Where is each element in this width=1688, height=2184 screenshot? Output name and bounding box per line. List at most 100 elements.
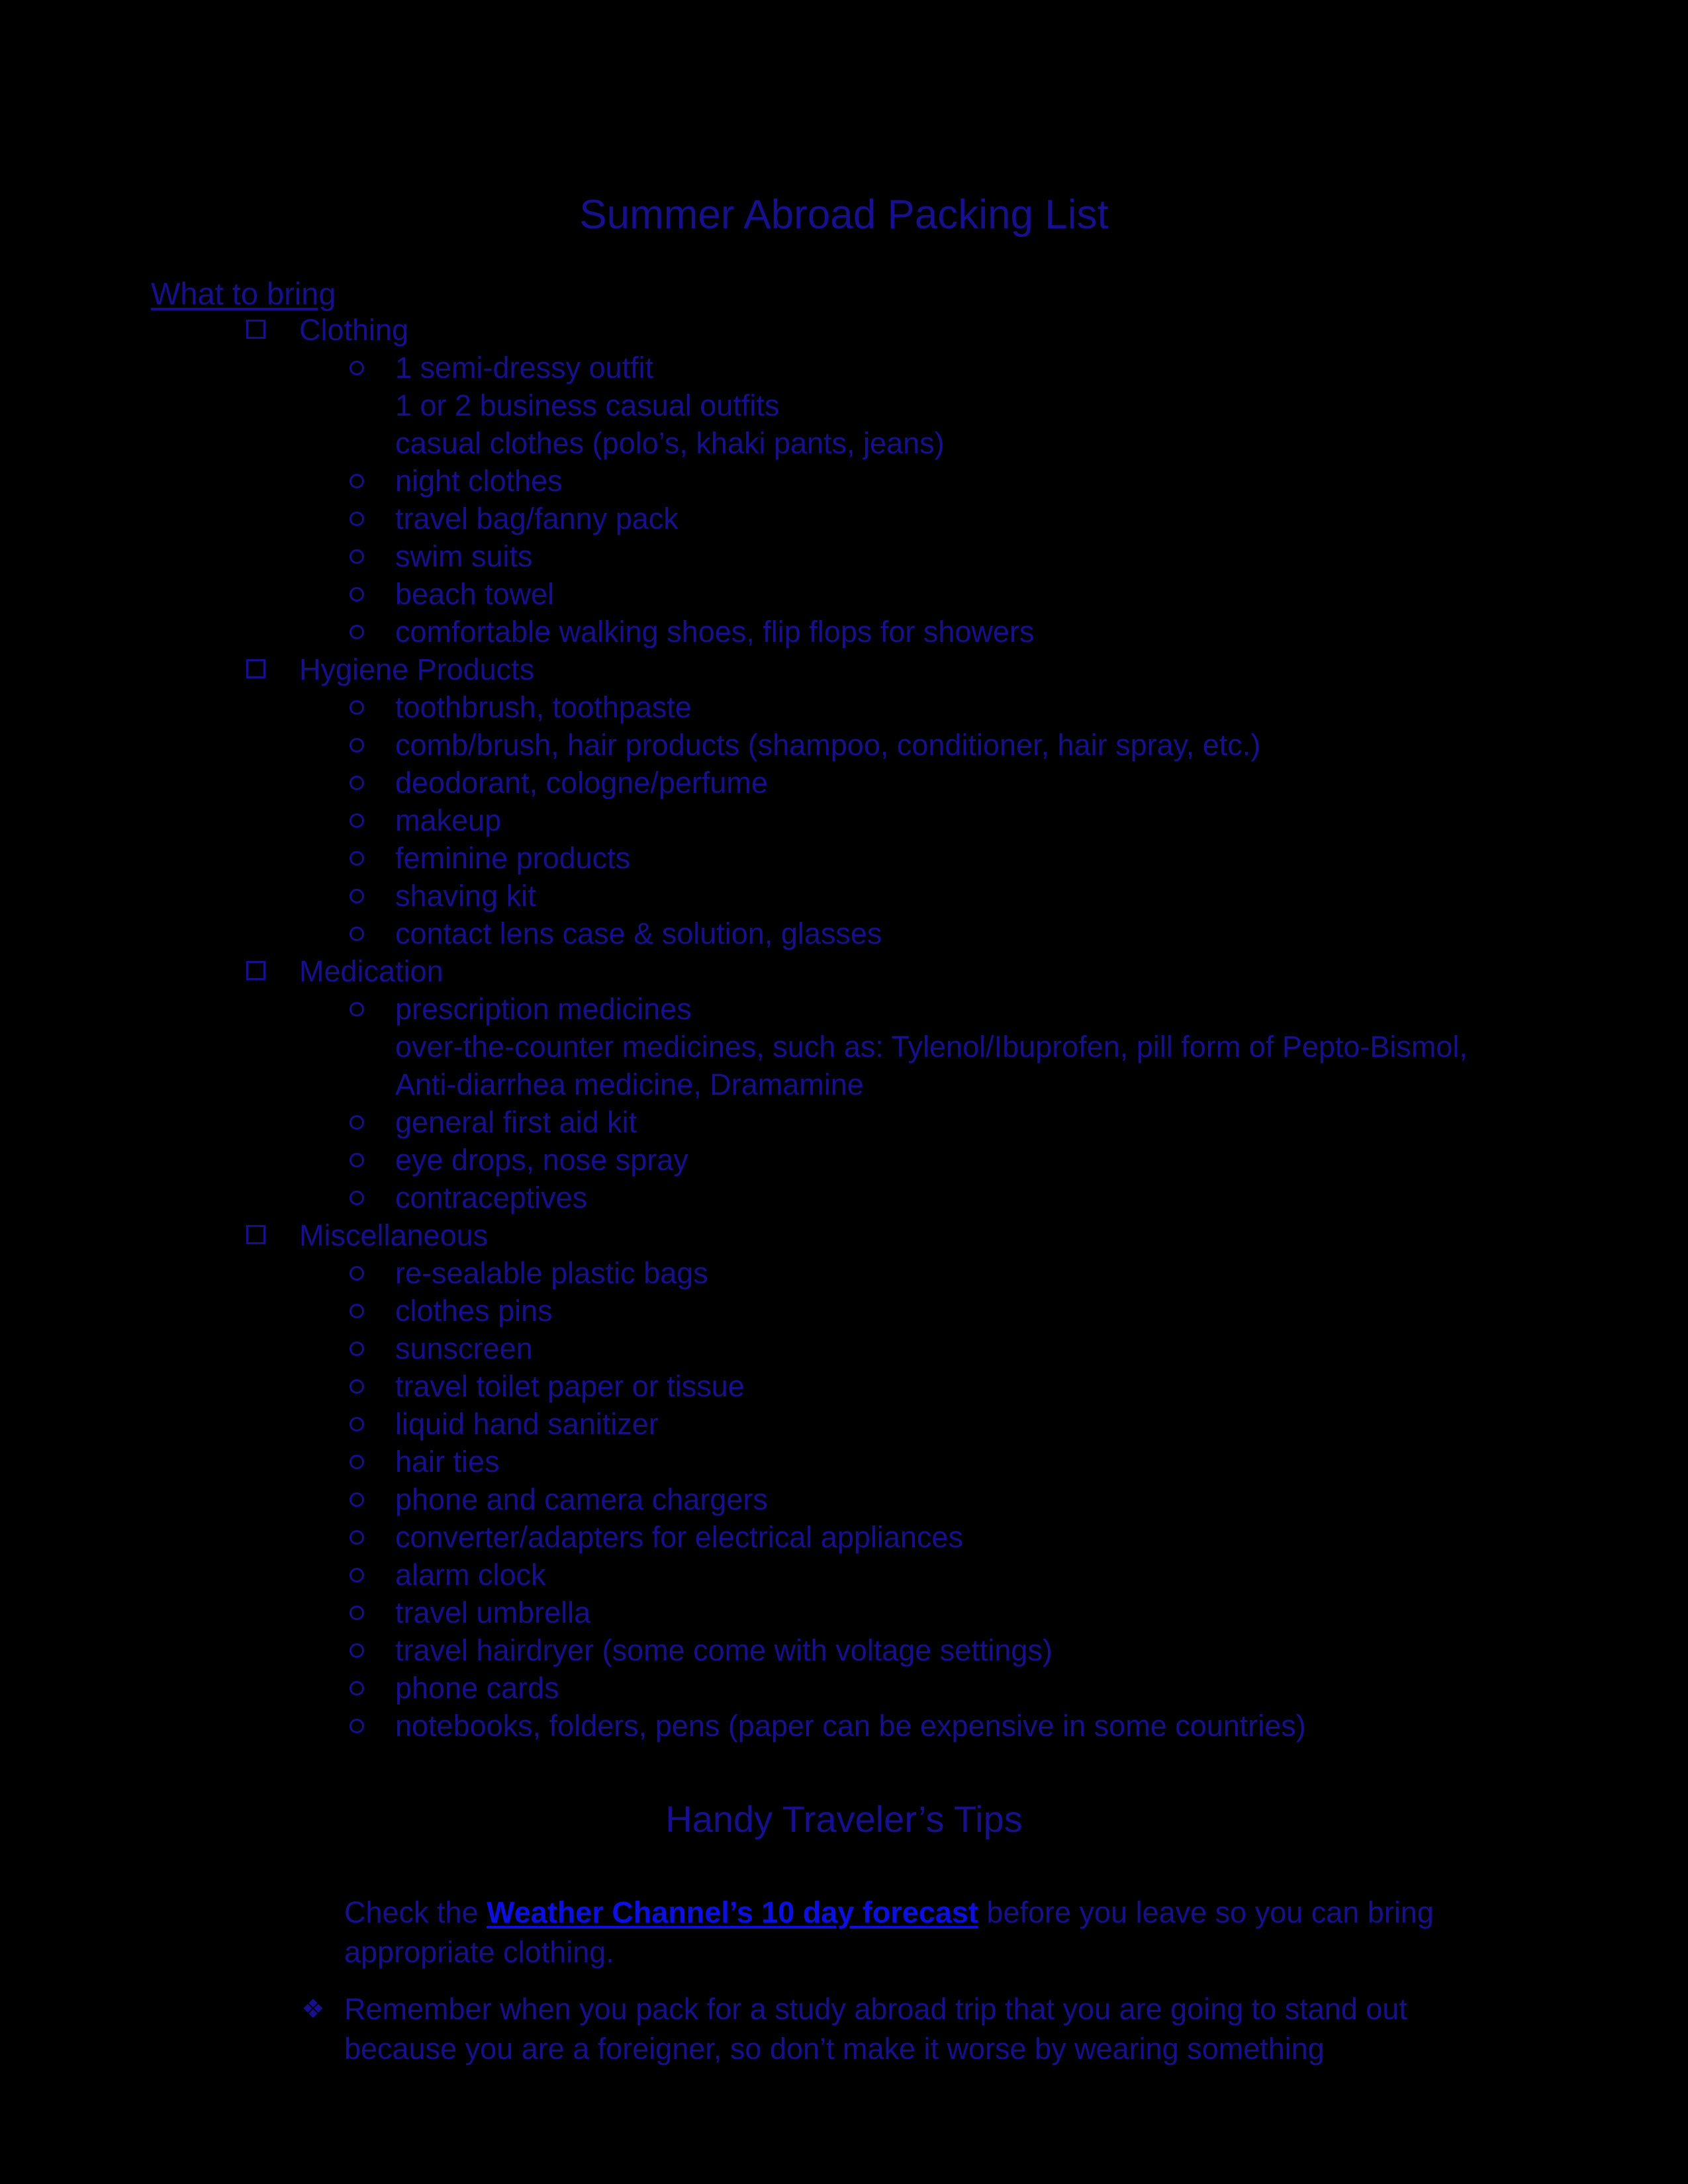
- outline-item-label: night clothes: [395, 464, 563, 498]
- circle-bullet-shape: [350, 1304, 364, 1318]
- circle-bullet-shape: [350, 1417, 364, 1432]
- circle-bullet-icon: [350, 1405, 364, 1443]
- outline-item-row: feminine products: [0, 839, 1688, 877]
- circle-bullet-shape: [350, 587, 364, 602]
- outline-item-row: beach towel: [0, 575, 1688, 613]
- outline-item-row: contact lens case & solution, glasses: [0, 915, 1688, 952]
- outline-item-label: clothes pins: [395, 1294, 553, 1328]
- outline-item-row: eye drops, nose spray: [0, 1141, 1688, 1179]
- circle-bullet-shape: [350, 851, 364, 866]
- circle-bullet-shape: [350, 1606, 364, 1620]
- square-bullet-shape: [246, 659, 265, 678]
- circle-bullet-shape: [350, 1266, 364, 1281]
- outline-item-row: toothbrush, toothpaste: [0, 688, 1688, 726]
- outline-item-label: eye drops, nose spray: [395, 1143, 688, 1177]
- outline-category-row: Medication: [0, 952, 1688, 990]
- circle-bullet-icon: [350, 1179, 364, 1216]
- outline-item-label: Medication: [299, 954, 444, 988]
- outline-item-row: makeup: [0, 801, 1688, 839]
- outline-item-row: hair ties: [0, 1443, 1688, 1480]
- square-bullet-shape: [246, 961, 265, 980]
- circle-bullet-icon: [350, 1707, 364, 1745]
- outline-item-label: beach towel: [395, 577, 555, 611]
- outline-item-row: travel hairdryer (some come with voltage…: [0, 1631, 1688, 1669]
- circle-bullet-icon: [350, 1330, 364, 1367]
- tip-paragraph-foreigner: Remember when you pack for a study abroa…: [344, 1992, 1407, 2066]
- circle-bullet-icon: [350, 1518, 364, 1556]
- outline-item-label: travel toilet paper or tissue: [395, 1369, 745, 1403]
- outline-item-row: general first aid kit: [0, 1103, 1688, 1141]
- outline-item-label: phone and camera chargers: [395, 1482, 768, 1516]
- outline-item-row: liquid hand sanitizer: [0, 1405, 1688, 1443]
- section-heading-what-to-bring: What to bring: [151, 276, 336, 311]
- outline-item-label: alarm clock: [395, 1558, 546, 1592]
- circle-bullet-icon: [350, 1556, 364, 1594]
- outline-item-label: travel bag/fanny pack: [395, 502, 679, 535]
- circle-bullet-shape: [350, 738, 364, 752]
- outline-category-row: Clothing: [0, 311, 1688, 349]
- circle-bullet-shape: [350, 889, 364, 903]
- circle-bullet-shape: [350, 1719, 364, 1733]
- outline-item-row: deodorant, cologne/perfume: [0, 764, 1688, 801]
- circle-bullet-shape: [350, 361, 364, 375]
- circle-bullet-icon: [350, 1292, 364, 1330]
- tip-text-before-link: Check the: [344, 1895, 487, 1929]
- outline-item-row: comb/brush, hair products (shampoo, cond…: [0, 726, 1688, 764]
- outline-item-row: shaving kit: [0, 877, 1688, 915]
- outline-item-row: sunscreen: [0, 1330, 1688, 1367]
- outline-item-label: makeup: [395, 803, 502, 837]
- circle-bullet-icon: [350, 801, 364, 839]
- circle-bullet-icon: [350, 1443, 364, 1480]
- outline-item-label: general first aid kit: [395, 1105, 637, 1139]
- circle-bullet-shape: [350, 700, 364, 715]
- circle-bullet-icon: [350, 1141, 364, 1179]
- outline-item-label: sunscreen: [395, 1332, 533, 1365]
- outline-item-label: comb/brush, hair products (shampoo, cond…: [395, 728, 1261, 762]
- outline-item-label: 1 semi-dressy outfit: [395, 351, 654, 385]
- circle-bullet-icon: [350, 1631, 364, 1669]
- diamond-bullet-icon: ❖: [301, 1995, 325, 2024]
- circle-bullet-icon: [350, 1669, 364, 1707]
- circle-bullet-icon: [350, 349, 364, 387]
- outline-continuation-row: casual clothes (polo’s, khaki pants, jea…: [0, 424, 1688, 462]
- circle-bullet-shape: [350, 1379, 364, 1394]
- weather-channel-forecast-link[interactable]: Weather Channel’s 10 day forecast: [487, 1895, 978, 1929]
- circle-bullet-shape: [350, 1568, 364, 1582]
- circle-bullet-icon: [350, 688, 364, 726]
- tip-paragraph-weather: Check the Weather Channel’s 10 day forec…: [344, 1893, 1470, 1972]
- outline-item-label: Anti-diarrhea medicine, Dramamine: [395, 1068, 864, 1101]
- circle-bullet-shape: [350, 1191, 364, 1205]
- outline-item-label: travel hairdryer (some come with voltage…: [395, 1633, 1053, 1667]
- packing-outline-list: Clothing 1 semi-dressy outfit 1 or 2 busin…: [0, 311, 1688, 1745]
- circle-bullet-icon: [350, 1480, 364, 1518]
- document-page: Summer Abroad Packing List What to bring…: [0, 0, 1688, 2184]
- outline-item-label: swim suits: [395, 539, 533, 573]
- circle-bullet-icon: [350, 764, 364, 801]
- circle-bullet-icon: [350, 462, 364, 500]
- circle-bullet-shape: [350, 625, 364, 639]
- circle-bullet-shape: [350, 1643, 364, 1658]
- tips-heading: Handy Traveler’s Tips: [665, 1798, 1023, 1840]
- outline-item-row: prescription medicines: [0, 990, 1688, 1028]
- outline-item-label: feminine products: [395, 841, 631, 875]
- outline-item-label: prescription medicines: [395, 992, 692, 1026]
- outline-item-row: re-sealable plastic bags: [0, 1254, 1688, 1292]
- circle-bullet-icon: [350, 1103, 364, 1141]
- page-title: Summer Abroad Packing List: [579, 192, 1109, 238]
- circle-bullet-icon: [350, 537, 364, 575]
- outline-item-label: Hygiene Products: [299, 653, 535, 686]
- circle-bullet-icon: [350, 500, 364, 537]
- outline-item-row: travel umbrella: [0, 1594, 1688, 1631]
- circle-bullet-shape: [350, 1530, 364, 1545]
- outline-item-label: 1 or 2 business casual outfits: [395, 388, 780, 422]
- circle-bullet-shape: [350, 1492, 364, 1507]
- outline-item-label: notebooks, folders, pens (paper can be e…: [395, 1709, 1306, 1743]
- circle-bullet-icon: [350, 1594, 364, 1631]
- square-bullet-shape: [246, 320, 265, 339]
- circle-bullet-shape: [350, 1342, 364, 1356]
- circle-bullet-icon: [350, 915, 364, 952]
- outline-item-label: comfortable walking shoes, flip flops fo…: [395, 615, 1035, 649]
- circle-bullet-shape: [350, 512, 364, 526]
- outline-continuation-row: Anti-diarrhea medicine, Dramamine: [0, 1066, 1688, 1103]
- outline-category-row: Miscellaneous: [0, 1216, 1688, 1254]
